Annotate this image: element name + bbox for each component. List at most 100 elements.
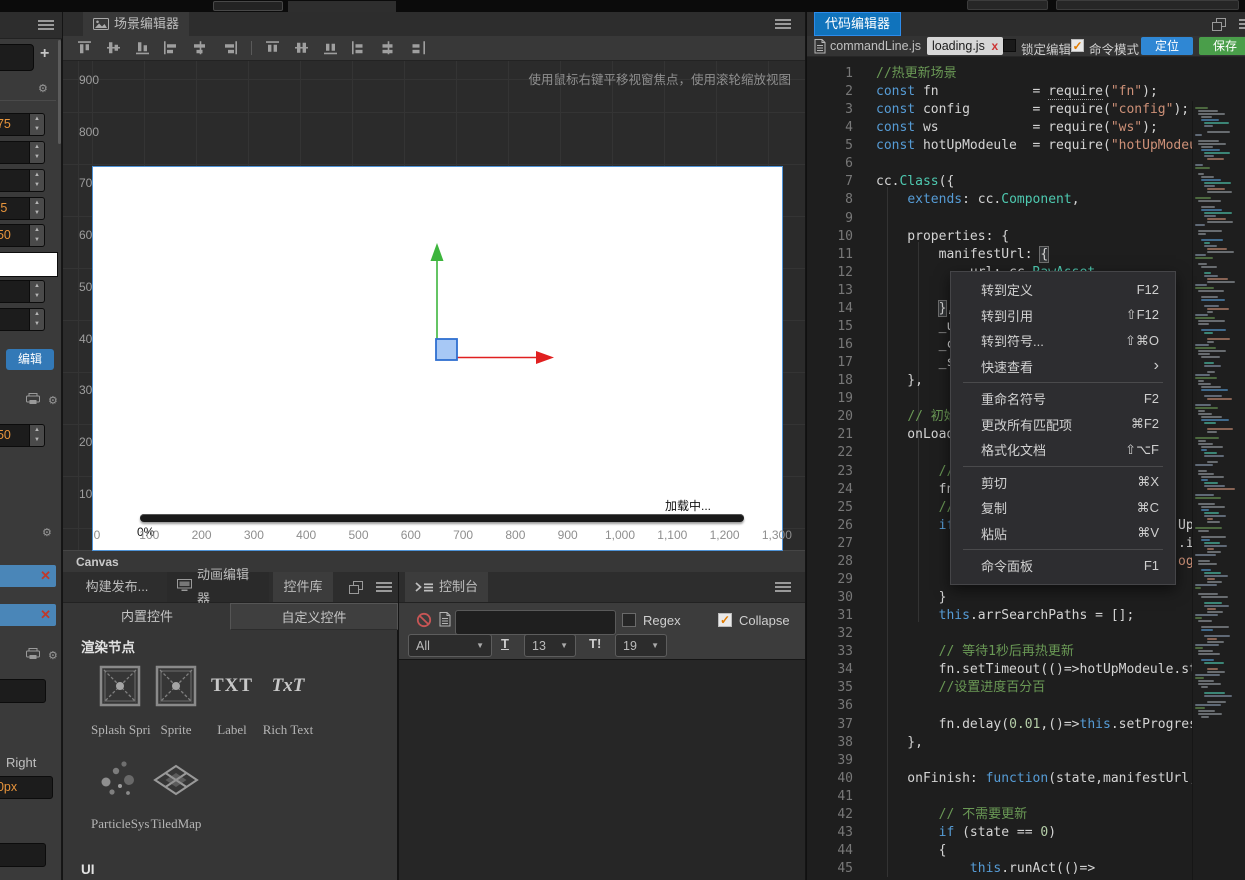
add-button[interactable]: + bbox=[40, 45, 49, 63]
spinner-value[interactable]: 750 bbox=[0, 224, 30, 247]
property-spinner[interactable]: ▲ ▼ bbox=[0, 169, 56, 192]
align-right-icon[interactable] bbox=[222, 41, 238, 55]
top-strip-button-2[interactable] bbox=[967, 0, 1048, 10]
property-spinner[interactable]: ▲ ▼ bbox=[0, 280, 56, 303]
subtab-自定义控件[interactable]: 自定义控件 bbox=[230, 603, 398, 630]
scene-stage[interactable]: 加载中... 0% bbox=[92, 166, 783, 551]
clear-console-icon[interactable] bbox=[416, 612, 432, 628]
component-bar[interactable]: ✕ bbox=[0, 604, 56, 626]
collapse-checkbox[interactable]: ✓ bbox=[718, 613, 732, 627]
remove-icon[interactable]: ✕ bbox=[40, 607, 51, 623]
tab-scene-editor[interactable]: 场景编辑器 bbox=[83, 12, 190, 36]
layout-icon[interactable] bbox=[1212, 18, 1226, 31]
menu-item-快速查看[interactable]: 快速查看 › bbox=[951, 354, 1175, 380]
font-size-dropdown[interactable]: 13 ▼ bbox=[524, 634, 576, 657]
property-spinner[interactable]: 375▲▼ bbox=[0, 113, 56, 136]
widget-item-particlesys[interactable]: ParticleSys bbox=[91, 758, 150, 832]
distribute-right-icon[interactable] bbox=[410, 41, 426, 55]
edit-button[interactable]: 编辑 bbox=[6, 349, 54, 370]
gear-icon[interactable]: ⚙ bbox=[38, 82, 48, 95]
spinner-value[interactable]: 375 bbox=[0, 113, 30, 136]
widget-item-rich-text[interactable]: TxT Rich Text bbox=[259, 664, 317, 738]
remove-icon[interactable]: ✕ bbox=[40, 568, 51, 584]
subtab-内置控件[interactable]: 内置控件 bbox=[63, 603, 231, 630]
widget-item-splash-spri[interactable]: Splash Spri bbox=[91, 664, 151, 738]
spinner-arrows[interactable]: ▲ ▼ bbox=[30, 308, 45, 331]
gear-icon[interactable]: ⚙ bbox=[42, 526, 52, 539]
prefab-icon[interactable] bbox=[26, 393, 40, 408]
property-input[interactable] bbox=[0, 679, 46, 703]
menu-item-命令面板[interactable]: 命令面板 F1 bbox=[951, 553, 1175, 579]
prefab-icon[interactable] bbox=[26, 648, 40, 663]
line-height-dropdown[interactable]: 19 ▼ bbox=[615, 634, 667, 657]
spinner-arrows[interactable]: ▲ ▼ bbox=[30, 141, 45, 164]
spinner-value[interactable]: 750 bbox=[0, 424, 30, 447]
tab-控件库[interactable]: 控件库 bbox=[273, 572, 333, 602]
file-tab-commandline[interactable]: commandLine.js bbox=[830, 39, 921, 53]
bl-menu-icon[interactable] bbox=[376, 581, 392, 593]
menu-item-格式化文档[interactable]: 格式化文档 ⇧⌥F bbox=[951, 437, 1175, 463]
file-tab-loading[interactable]: loading.js x bbox=[927, 37, 1004, 55]
menu-item-更改所有匹配项[interactable]: 更改所有匹配项 ⌘F2 bbox=[951, 412, 1175, 438]
spinner-arrows[interactable]: ▲ ▼ bbox=[30, 424, 45, 447]
name-input[interactable] bbox=[0, 44, 34, 71]
distribute-left-icon[interactable] bbox=[352, 41, 368, 55]
align-v-center-icon[interactable] bbox=[106, 41, 122, 55]
property-spinner[interactable]: 0▲▼ bbox=[0, 308, 56, 331]
property-spinner[interactable]: ▲ ▼ bbox=[0, 141, 56, 164]
menu-item-转到引用[interactable]: 转到引用 ⇧F12 bbox=[951, 303, 1175, 329]
top-strip-tab[interactable] bbox=[288, 1, 396, 12]
menu-item-粘贴[interactable]: 粘贴 ⌘V bbox=[951, 521, 1175, 547]
code-menu-icon[interactable] bbox=[1239, 18, 1245, 30]
tab-构建发布...[interactable]: 构建发布... bbox=[71, 572, 163, 602]
spinner-arrows[interactable]: ▲ ▼ bbox=[30, 280, 45, 303]
align-top-icon[interactable] bbox=[77, 41, 93, 55]
top-strip-button[interactable] bbox=[213, 1, 283, 11]
spinner-arrows[interactable]: ▲ ▼ bbox=[30, 197, 45, 220]
tab-动画编辑器[interactable]: 动画编辑器 bbox=[167, 567, 269, 606]
console-search-input[interactable] bbox=[455, 610, 616, 635]
menu-item-复制[interactable]: 复制 ⌘C bbox=[951, 495, 1175, 521]
component-bar[interactable]: ✕ bbox=[0, 565, 56, 587]
scrollbar-thumb[interactable] bbox=[58, 40, 61, 144]
distribute-v-center-icon[interactable] bbox=[294, 41, 310, 55]
command-mode-checkbox[interactable]: ✓ bbox=[1071, 39, 1084, 52]
widget-item-tiledmap[interactable]: TiledMap bbox=[147, 758, 205, 832]
console-menu-icon[interactable] bbox=[775, 581, 791, 593]
distribute-top-icon[interactable] bbox=[265, 41, 281, 55]
inspector-menu-icon[interactable] bbox=[38, 19, 54, 31]
property-spinner[interactable]: 750▲▼ bbox=[0, 424, 56, 447]
menu-item-重命名符号[interactable]: 重命名符号 F2 bbox=[951, 386, 1175, 412]
lock-edit-checkbox[interactable] bbox=[1003, 39, 1016, 52]
color-swatch[interactable] bbox=[0, 252, 58, 277]
spinner-value[interactable]: 0.5 bbox=[0, 197, 30, 220]
align-bottom-icon[interactable] bbox=[135, 41, 151, 55]
align-left-icon[interactable] bbox=[164, 41, 180, 55]
save-button[interactable]: 保存 bbox=[1199, 37, 1245, 55]
regex-checkbox[interactable] bbox=[622, 613, 636, 627]
property-input[interactable] bbox=[0, 843, 46, 867]
locate-button[interactable]: 定位 bbox=[1141, 37, 1193, 55]
tab-code-editor[interactable]: 代码编辑器 bbox=[814, 12, 902, 36]
scene-viewport[interactable]: 使用鼠标右键平移视窗焦点，使用滚轮缩放视图 900 800 700 600 500 400… bbox=[63, 61, 805, 562]
spinner-value[interactable] bbox=[0, 141, 30, 164]
spinner-value[interactable]: 0 bbox=[0, 308, 30, 331]
menu-item-转到定义[interactable]: 转到定义 F12 bbox=[951, 277, 1175, 303]
distribute-h-center-icon[interactable] bbox=[381, 41, 397, 55]
open-log-file-icon[interactable] bbox=[439, 612, 451, 627]
spinner-arrows[interactable]: ▲ ▼ bbox=[30, 224, 45, 247]
gear-icon[interactable]: ⚙ bbox=[48, 649, 58, 662]
layout-icon[interactable] bbox=[349, 581, 363, 594]
align-h-center-icon[interactable] bbox=[193, 41, 209, 55]
spinner-value[interactable] bbox=[0, 169, 30, 192]
log-filter-dropdown[interactable]: All ▼ bbox=[408, 634, 492, 657]
property-spinner[interactable]: 750▲▼ bbox=[0, 224, 56, 247]
property-spinner[interactable]: 0.5▲▼ bbox=[0, 197, 56, 220]
console-output[interactable] bbox=[399, 659, 805, 880]
gizmo[interactable] bbox=[415, 219, 575, 379]
menu-item-剪切[interactable]: 剪切 ⌘X bbox=[951, 470, 1175, 496]
gear-icon[interactable]: ⚙ bbox=[48, 394, 58, 407]
spinner-arrows[interactable]: ▲ ▼ bbox=[30, 169, 45, 192]
menu-item-转到符号[interactable]: 转到符号... ⇧⌘O bbox=[951, 328, 1175, 354]
top-strip-button-3[interactable] bbox=[1056, 0, 1239, 10]
